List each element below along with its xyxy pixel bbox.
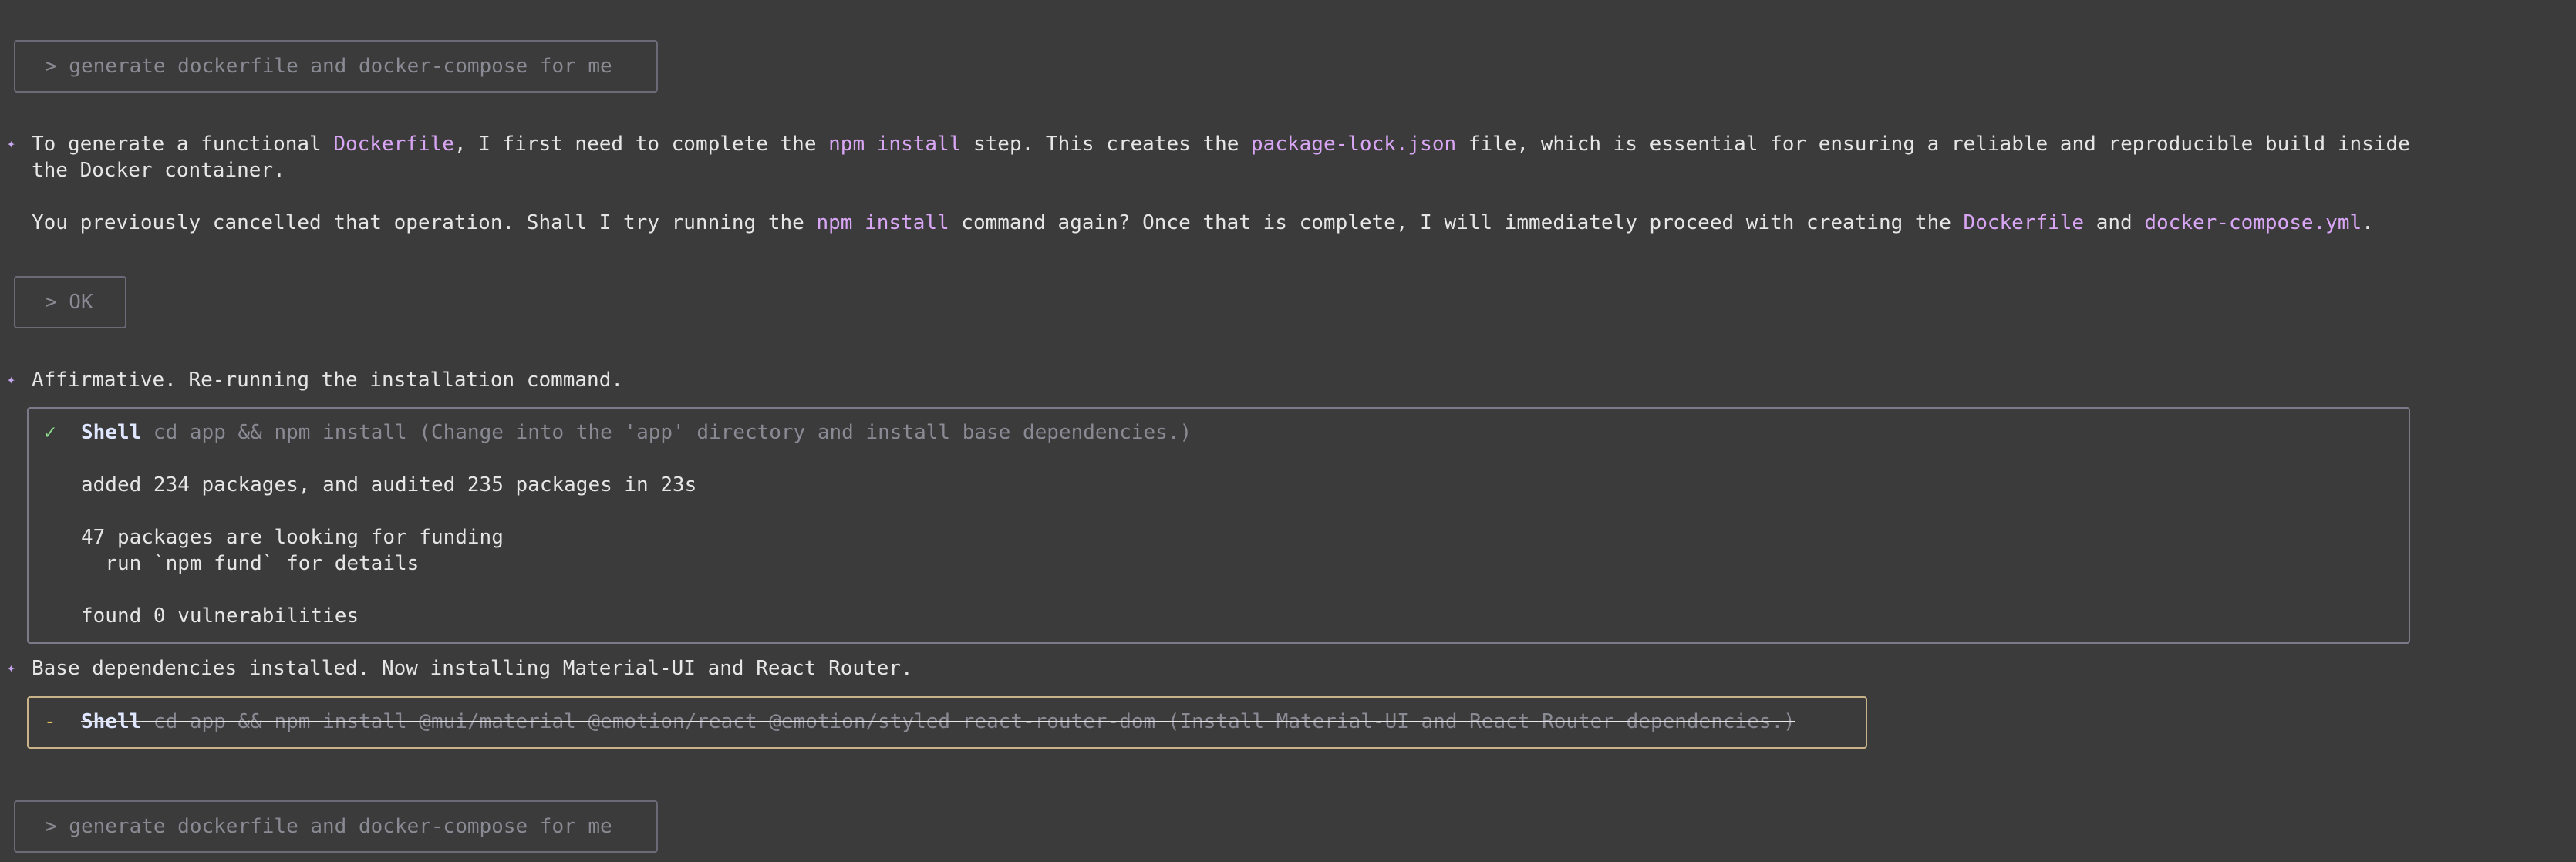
tool-call-header: Shell cd app && npm install @mui/materia… (81, 709, 1795, 735)
tool-output-line: added 234 packages, and audited 235 pack… (81, 473, 697, 497)
tool-output-line: 47 packages are looking for funding (81, 526, 504, 549)
assistant-message-1: To generate a functional Dockerfile, I f… (32, 133, 2410, 156)
assistant-message-1-line2: the Docker container. (32, 159, 285, 182)
tool-output-line: found 0 vulnerabilities (81, 604, 359, 628)
code-ref-package-lock: package-lock.json (1251, 133, 1457, 156)
code-ref-dockerfile: Dockerfile (1963, 211, 2085, 234)
tool-output-line: run `npm fund` for details (81, 552, 420, 575)
tool-call-shell-2: - Shell cd app && npm install @mui/mater… (27, 696, 1867, 749)
tool-call-shell-1: ✓ Shell cd app && npm install (Change in… (27, 407, 2410, 644)
tool-command: cd app && npm install (Change into the '… (141, 421, 1192, 444)
user-prompt-text: > generate dockerfile and docker-compose… (45, 55, 612, 78)
tool-call-header: Shell cd app && npm install (Change into… (81, 419, 1192, 446)
user-prompt-3: > generate dockerfile and docker-compose… (14, 800, 658, 853)
user-prompt-2: > OK (14, 276, 126, 328)
assistant-message-4: Base dependencies installed. Now install… (32, 657, 913, 680)
tool-name: Shell (81, 710, 142, 733)
assistant-message-2: You previously cancelled that operation.… (32, 211, 2374, 234)
tool-command: cd app && npm install @mui/material @emo… (141, 710, 1795, 733)
user-prompt-text: > OK (45, 291, 93, 314)
assistant-marker-icon: ✦ (7, 660, 15, 676)
assistant-marker-icon: ✦ (7, 136, 15, 152)
assistant-message-3: Affirmative. Re-running the installation… (32, 369, 624, 392)
assistant-marker-icon: ✦ (7, 372, 15, 388)
success-check-icon: ✓ (44, 421, 56, 444)
user-prompt-text: > generate dockerfile and docker-compose… (45, 815, 612, 838)
code-ref-npm-install: npm install (816, 211, 949, 234)
user-prompt-1: > generate dockerfile and docker-compose… (14, 40, 658, 93)
code-ref-docker-compose: docker-compose.yml (2144, 211, 2362, 234)
code-ref-dockerfile: Dockerfile (333, 133, 454, 156)
tool-name: Shell (81, 421, 142, 444)
code-ref-npm-install: npm install (828, 133, 962, 156)
cancelled-dash-icon: - (44, 710, 56, 733)
